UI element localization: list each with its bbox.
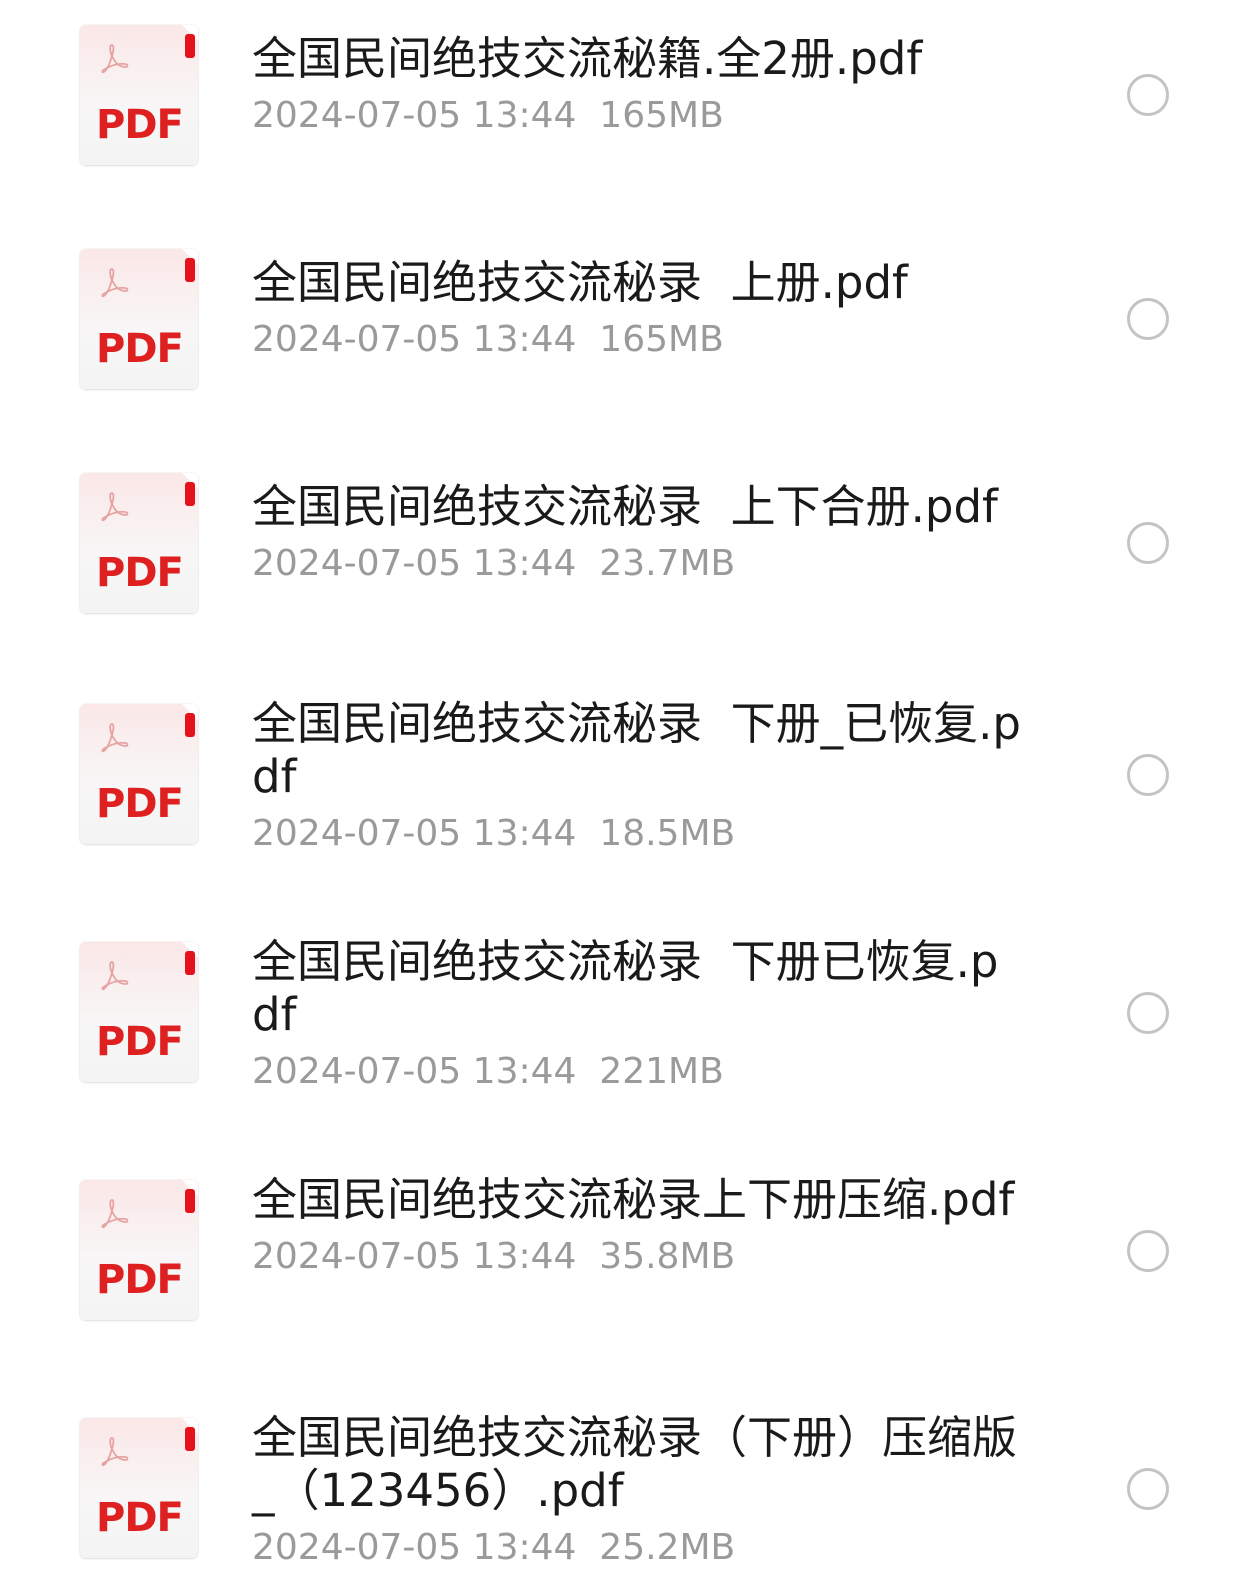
- acrobat-icon: [101, 44, 129, 74]
- file-meta: 2024-07-05 13:44 18.5MB: [252, 807, 1022, 861]
- select-radio[interactable]: [1127, 1230, 1169, 1272]
- pdf-file-icon: PDF: [80, 249, 198, 389]
- file-size: 25.2MB: [599, 1527, 736, 1568]
- pdf-file-icon: PDF: [80, 704, 198, 844]
- pdf-file-icon: PDF: [80, 942, 198, 1082]
- acrobat-icon: [101, 1437, 129, 1467]
- file-name: 全国民间绝技交流秘录 下册已恢复.pdf: [252, 935, 999, 1041]
- corner-mark-icon: [185, 1427, 195, 1451]
- corner-mark-icon: [185, 258, 195, 282]
- file-size: 165MB: [599, 95, 724, 136]
- acrobat-icon: [101, 723, 129, 753]
- file-meta: 2024-07-05 13:44 23.7MB: [252, 537, 1022, 591]
- corner-mark-icon: [185, 951, 195, 975]
- file-date: 2024-07-05 13:44: [252, 1527, 577, 1568]
- pdf-type-label: PDF: [96, 1019, 184, 1065]
- file-row[interactable]: PDF 全国民间绝技交流秘录 下册_已恢复.pdf 2024-07-05 13:…: [0, 679, 1260, 879]
- file-date: 2024-07-05 13:44: [252, 813, 577, 854]
- pdf-type-label: PDF: [96, 102, 184, 148]
- file-name: 全国民间绝技交流秘录上下册压缩.pdf: [252, 1173, 1015, 1226]
- file-meta: 2024-07-05 13:44 165MB: [252, 313, 1022, 367]
- file-row[interactable]: PDF 全国民间绝技交流秘籍.全2册.pdf 2024-07-05 13:44 …: [0, 0, 1260, 200]
- pdf-file-icon: PDF: [80, 25, 198, 165]
- corner-mark-icon: [185, 1189, 195, 1213]
- select-radio[interactable]: [1127, 754, 1169, 796]
- select-radio[interactable]: [1127, 992, 1169, 1034]
- pdf-type-label: PDF: [96, 550, 184, 596]
- file-info: 全国民间绝技交流秘录 下册_已恢复.pdf 2024-07-05 13:44 1…: [252, 697, 1022, 861]
- file-size: 165MB: [599, 319, 724, 360]
- file-row[interactable]: PDF 全国民间绝技交流秘录 上下合册.pdf 2024-07-05 13:44…: [0, 448, 1260, 648]
- file-info: 全国民间绝技交流秘录上下册压缩.pdf 2024-07-05 13:44 35.…: [252, 1173, 1022, 1284]
- select-radio[interactable]: [1127, 74, 1169, 116]
- file-size: 23.7MB: [599, 543, 736, 584]
- pdf-type-label: PDF: [96, 781, 184, 827]
- acrobat-icon: [101, 1199, 129, 1229]
- acrobat-icon: [101, 268, 129, 298]
- file-size: 221MB: [599, 1051, 724, 1092]
- corner-mark-icon: [185, 482, 195, 506]
- file-row[interactable]: PDF 全国民间绝技交流秘录（下册）压缩版_（123456）.pdf 2024-…: [0, 1393, 1260, 1568]
- file-name: 全国民间绝技交流秘录 下册_已恢复.pdf: [252, 697, 1021, 803]
- pdf-file-icon: PDF: [80, 473, 198, 613]
- file-info: 全国民间绝技交流秘录 上下合册.pdf 2024-07-05 13:44 23.…: [252, 480, 1022, 591]
- corner-mark-icon: [185, 34, 195, 58]
- file-date: 2024-07-05 13:44: [252, 543, 577, 584]
- file-list: PDF 全国民间绝技交流秘籍.全2册.pdf 2024-07-05 13:44 …: [0, 0, 1260, 1568]
- file-date: 2024-07-05 13:44: [252, 1236, 577, 1277]
- file-date: 2024-07-05 13:44: [252, 1051, 577, 1092]
- pdf-type-label: PDF: [96, 1257, 184, 1303]
- acrobat-icon: [101, 492, 129, 522]
- file-date: 2024-07-05 13:44: [252, 95, 577, 136]
- file-date: 2024-07-05 13:44: [252, 319, 577, 360]
- file-name: 全国民间绝技交流秘录 上册.pdf: [252, 256, 908, 309]
- file-meta: 2024-07-05 13:44 165MB: [252, 89, 1022, 143]
- file-info: 全国民间绝技交流秘录 上册.pdf 2024-07-05 13:44 165MB: [252, 256, 1022, 367]
- pdf-file-icon: PDF: [80, 1418, 198, 1558]
- select-radio[interactable]: [1127, 298, 1169, 340]
- file-info: 全国民间绝技交流秘籍.全2册.pdf 2024-07-05 13:44 165M…: [252, 32, 1022, 143]
- file-name: 全国民间绝技交流秘籍.全2册.pdf: [252, 32, 923, 85]
- file-size: 35.8MB: [599, 1236, 736, 1277]
- select-radio[interactable]: [1127, 1468, 1169, 1510]
- pdf-file-icon: PDF: [80, 1180, 198, 1320]
- file-row[interactable]: PDF 全国民间绝技交流秘录 下册已恢复.pdf 2024-07-05 13:4…: [0, 917, 1260, 1117]
- pdf-type-label: PDF: [96, 1495, 184, 1541]
- file-name: 全国民间绝技交流秘录 上下合册.pdf: [252, 480, 998, 533]
- file-row[interactable]: PDF 全国民间绝技交流秘录 上册.pdf 2024-07-05 13:44 1…: [0, 224, 1260, 424]
- file-size: 18.5MB: [599, 813, 736, 854]
- pdf-type-label: PDF: [96, 326, 184, 372]
- file-row[interactable]: PDF 全国民间绝技交流秘录上下册压缩.pdf 2024-07-05 13:44…: [0, 1155, 1260, 1355]
- file-meta: 2024-07-05 13:44 35.8MB: [252, 1230, 1022, 1284]
- file-meta: 2024-07-05 13:44 221MB: [252, 1045, 1022, 1099]
- file-info: 全国民间绝技交流秘录（下册）压缩版_（123456）.pdf 2024-07-0…: [252, 1411, 1022, 1575]
- corner-mark-icon: [185, 713, 195, 737]
- file-name: 全国民间绝技交流秘录（下册）压缩版_（123456）.pdf: [252, 1411, 1018, 1517]
- file-info: 全国民间绝技交流秘录 下册已恢复.pdf 2024-07-05 13:44 22…: [252, 935, 1022, 1099]
- acrobat-icon: [101, 961, 129, 991]
- file-meta: 2024-07-05 13:44 25.2MB: [252, 1521, 1022, 1575]
- select-radio[interactable]: [1127, 522, 1169, 564]
